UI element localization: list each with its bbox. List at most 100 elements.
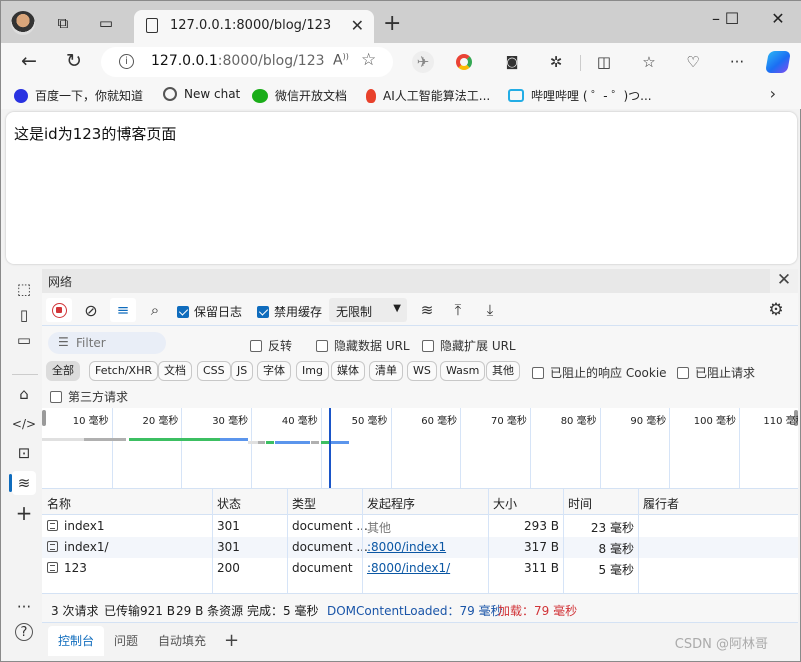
site-info-icon[interactable]: i <box>119 54 134 69</box>
table-row[interactable]: index1/ 301 document ... :8000/index1 31… <box>42 537 798 558</box>
bookmark-baidu[interactable]: 百度一下，你就知道 <box>14 87 143 104</box>
address-url[interactable]: 127.0.0.1:8000/blog/123 <box>151 53 325 69</box>
settings-gear-icon[interactable]: ⚙ <box>763 298 789 322</box>
column-divider[interactable] <box>488 489 489 593</box>
record-button[interactable] <box>46 298 72 322</box>
table-row[interactable]: index1 301 document ... 其他 293 B 23 毫秒 <box>42 516 798 537</box>
extensions-icon[interactable]: ✲ <box>545 51 567 73</box>
type-filter-css[interactable]: CSS <box>197 361 231 381</box>
type-filter-doc[interactable]: 文档 <box>158 361 192 381</box>
timeline-segment-queue <box>42 438 84 441</box>
dock-window-icon[interactable]: ▭ <box>12 328 36 352</box>
overview-left-handle[interactable] <box>42 410 46 426</box>
column-divider[interactable] <box>563 489 564 593</box>
help-icon[interactable]: ? <box>15 623 33 641</box>
hide-data-urls-checkbox[interactable]: 隐藏数据 URL <box>316 337 410 354</box>
type-filter-manifest[interactable]: 清单 <box>369 361 403 381</box>
profile-avatar[interactable] <box>11 11 35 35</box>
drawer-add-tab-button[interactable]: + <box>214 626 249 656</box>
extension-bird-icon[interactable]: ✈ <box>412 51 434 73</box>
type-filter-img[interactable]: Img <box>296 361 329 381</box>
import-har-icon[interactable]: ⤒ <box>445 298 471 322</box>
bookmark-wechat-docs[interactable]: 微信开放文档 <box>252 87 347 104</box>
col-size[interactable]: 大小 <box>493 495 517 512</box>
clear-log-icon[interactable]: ⊘ <box>78 298 104 322</box>
filter-field[interactable]: ☰ <box>48 332 166 354</box>
bookmark-new-chat[interactable]: New chat <box>163 87 240 101</box>
timeline-tick-label: 60 毫秒 <box>421 416 458 427</box>
address-bar[interactable]: i 127.0.0.1:8000/blog/123 A)) ☆ <box>101 47 393 77</box>
preserve-log-checkbox[interactable]: 保留日志 <box>177 303 242 320</box>
type-filter-font[interactable]: 字体 <box>257 361 291 381</box>
table-row[interactable]: 123 200 document :8000/index1/ 311 B 5 毫… <box>42 558 798 579</box>
invert-checkbox[interactable]: 反转 <box>250 337 292 354</box>
browser-essentials-icon[interactable]: ♡ <box>682 51 704 73</box>
col-status[interactable]: 状态 <box>217 495 241 512</box>
timeline-overview[interactable]: 10 毫秒 20 毫秒 30 毫秒 40 毫秒 50 毫秒 60 毫秒 70 毫秒 80 毫秒… <box>42 408 798 489</box>
drawer-tab-console[interactable]: 控制台 <box>48 626 105 656</box>
filter-toggle-icon[interactable]: ≡ <box>110 298 136 322</box>
col-fulfilled-by[interactable]: 履行者 <box>643 495 679 512</box>
close-window-button[interactable]: ✕ <box>763 9 793 28</box>
favorite-star-icon[interactable]: ☆ <box>361 50 376 70</box>
console-icon[interactable]: ⊡ <box>12 441 36 465</box>
welcome-home-icon[interactable]: ⌂ <box>12 382 36 406</box>
vertical-tabs-icon[interactable]: ▭ <box>96 13 116 33</box>
initiator-link[interactable]: :8000/index1 <box>367 540 446 554</box>
bookmark-bilibili[interactable]: 哔哩哔哩 ( ゜- ゜)つ... <box>508 87 652 104</box>
type-filter-all[interactable]: 全部 <box>46 361 80 381</box>
throttling-select[interactable]: 无限制 ▼ <box>329 298 407 322</box>
col-name[interactable]: 名称 <box>47 495 71 512</box>
elements-code-icon[interactable]: </> <box>12 412 36 436</box>
drawer-tab-autofill[interactable]: 自动填充 <box>148 626 216 656</box>
split-screen-icon[interactable]: ◫ <box>593 51 615 73</box>
blocked-cookies-checkbox[interactable]: 已阻止的响应 Cookie <box>532 364 667 381</box>
drawer-tab-issues[interactable]: 问题 <box>104 626 148 656</box>
maximize-button[interactable]: ☐ <box>717 9 747 28</box>
type-filter-media[interactable]: 媒体 <box>331 361 365 381</box>
favorites-icon[interactable]: ☆ <box>638 51 660 73</box>
read-aloud-icon[interactable]: A)) <box>333 52 349 69</box>
hide-extension-urls-checkbox[interactable]: 隐藏扩展 URL <box>422 337 516 354</box>
tab-close-icon[interactable]: ✕ <box>351 16 364 35</box>
extension-mask-icon[interactable]: ◙ <box>501 51 523 73</box>
column-divider[interactable] <box>638 489 639 593</box>
type-filter-ws[interactable]: WS <box>407 361 437 381</box>
reload-button[interactable]: ↻ <box>62 50 86 72</box>
inspect-element-icon[interactable]: ⬚ <box>12 277 36 301</box>
more-tools-plus-icon[interactable]: + <box>12 501 36 525</box>
workspaces-icon[interactable]: ⧉ <box>53 13 73 33</box>
col-type[interactable]: 类型 <box>292 495 316 512</box>
network-wifi-icon[interactable]: ≋ <box>9 471 36 495</box>
col-initiator[interactable]: 发起程序 <box>367 495 415 512</box>
col-time[interactable]: 时间 <box>568 495 592 512</box>
blocked-requests-checkbox[interactable]: 已阻止请求 <box>677 364 755 381</box>
column-divider[interactable] <box>212 489 213 593</box>
browser-tab[interactable]: 127.0.0.1:8000/blog/123 ✕ <box>134 10 374 43</box>
filter-input[interactable] <box>76 336 161 350</box>
type-filter-js[interactable]: JS <box>231 361 254 381</box>
export-har-icon[interactable]: ⤓ <box>477 298 503 322</box>
back-button[interactable]: ← <box>17 50 41 72</box>
close-panel-icon[interactable]: ✕ <box>770 269 798 293</box>
new-tab-button[interactable]: + <box>383 11 401 36</box>
search-icon[interactable]: ⌕ <box>142 298 168 322</box>
more-menu-icon[interactable]: ··· <box>726 51 748 73</box>
extension-chrome-icon[interactable] <box>456 54 472 70</box>
type-filter-fetch-xhr[interactable]: Fetch/XHR <box>89 361 158 381</box>
copilot-icon[interactable] <box>765 51 791 73</box>
dom-content-loaded-marker <box>328 408 331 488</box>
bookmark-ai-algorithm[interactable]: AI人工智能算法工... <box>366 87 490 104</box>
bookmarks-overflow-chevron-icon[interactable]: › <box>770 84 776 103</box>
column-divider[interactable] <box>287 489 288 593</box>
disable-cache-checkbox[interactable]: 禁用缓存 <box>257 303 322 320</box>
bilibili-icon <box>508 89 524 102</box>
third-party-checkbox[interactable]: 第三方请求 <box>50 388 128 405</box>
network-conditions-icon[interactable]: ≋ <box>414 298 440 322</box>
more-options-icon[interactable]: ··· <box>12 595 36 619</box>
type-filter-wasm[interactable]: Wasm <box>440 361 486 381</box>
type-filter-other[interactable]: 其他 <box>486 361 520 381</box>
initiator-link[interactable]: :8000/index1/ <box>367 561 450 575</box>
device-emulation-icon[interactable]: ▯ <box>12 303 36 327</box>
column-divider[interactable] <box>362 489 363 593</box>
